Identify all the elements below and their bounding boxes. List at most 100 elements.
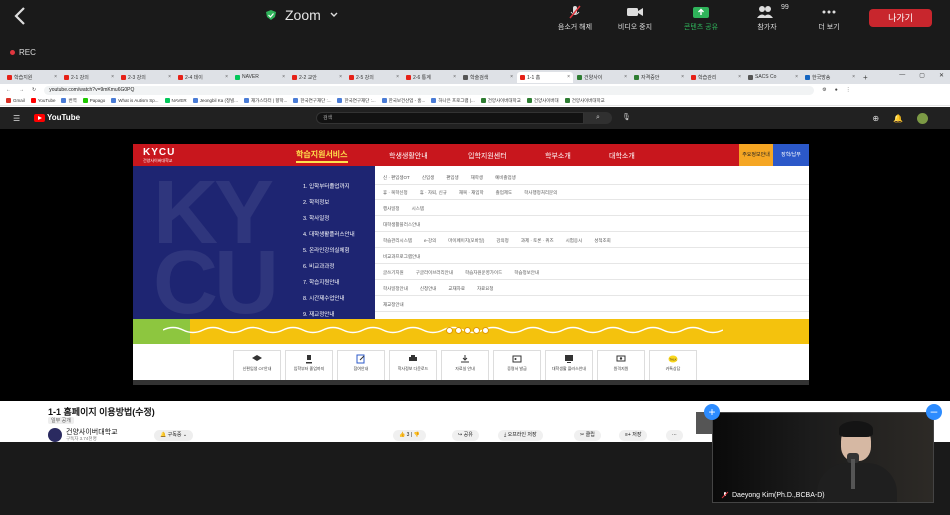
- clip-button[interactable]: ✂ 클립: [574, 430, 601, 441]
- tab-close-icon[interactable]: ×: [168, 74, 171, 80]
- banner-dot[interactable]: [464, 327, 471, 334]
- browser-tab[interactable]: 2-4 데이 ×: [175, 72, 231, 83]
- subscribe-button[interactable]: 🔔 구독중 ⌄: [154, 430, 194, 441]
- site-quick-info-button[interactable]: 주요정보안내: [739, 144, 773, 166]
- stop-video-button[interactable]: 비디오 중지: [600, 4, 670, 32]
- user-avatar[interactable]: [917, 113, 928, 124]
- tab-close-icon[interactable]: ×: [111, 74, 114, 80]
- submenu-link[interactable]: 휴 · 자퇴, 신규: [420, 190, 447, 196]
- thumbs-down-icon[interactable]: | 👎: [409, 432, 420, 438]
- tab-close-icon[interactable]: ×: [681, 74, 684, 80]
- site-nav-item[interactable]: 입학지원센터: [468, 151, 507, 161]
- extensions-icon[interactable]: ⚙: [822, 87, 826, 93]
- self-video-view[interactable]: Daeyong Kim(Ph.D.,BCBA-D): [712, 412, 934, 503]
- site-nav-item[interactable]: 대학소개: [609, 151, 635, 161]
- tab-close-icon[interactable]: ×: [567, 74, 570, 80]
- submenu-link[interactable]: 시스템: [412, 206, 424, 212]
- zoom-meeting-title[interactable]: Zoom: [265, 7, 339, 23]
- youtube-logo[interactable]: YouTube: [34, 113, 80, 122]
- bookmark-item[interactable]: 한국연구재단 :...: [337, 98, 376, 104]
- tab-close-icon[interactable]: ×: [795, 74, 798, 80]
- more-actions-button[interactable]: ⋯: [666, 430, 683, 441]
- submenu-link[interactable]: 학습관리시스템: [383, 238, 412, 244]
- nav-back-icon[interactable]: ←: [6, 87, 11, 93]
- browser-tab[interactable]: 학습지원 ×: [4, 72, 60, 83]
- submenu-link[interactable]: 편입생: [446, 175, 458, 181]
- voice-search-icon[interactable]: 🎙: [622, 113, 631, 121]
- bookmark-item[interactable]: 재가스타터 | 향학...: [243, 98, 287, 104]
- submenu-link[interactable]: 재교정안내: [383, 302, 404, 308]
- browser-tab[interactable]: 자격증안 ×: [631, 72, 687, 83]
- tab-close-icon[interactable]: ×: [282, 74, 285, 80]
- submenu-link[interactable]: 신 · 편입생OT: [383, 175, 410, 181]
- submenu-link[interactable]: 글쓰기지원: [383, 270, 404, 276]
- browser-tab[interactable]: 2-5 강의 ×: [346, 72, 402, 83]
- submenu-link[interactable]: 자료요청: [477, 286, 494, 292]
- back-arrow-icon[interactable]: [10, 5, 32, 27]
- submenu-link[interactable]: 행사일정: [383, 206, 400, 212]
- kycu-logo[interactable]: KYCU 건양사이버대학교: [143, 147, 175, 164]
- url-field[interactable]: youtube.com/watch?v=9mKmu6G0PQ: [44, 85, 815, 95]
- banner-dot[interactable]: [446, 327, 453, 334]
- browser-tab[interactable]: 2-1 강의 ×: [61, 72, 117, 83]
- submenu-item[interactable]: 1. 입학부터졸업까지: [303, 179, 350, 195]
- new-tab-icon[interactable]: +: [863, 73, 868, 82]
- bookmark-item[interactable]: What is Autism Sp...: [111, 98, 159, 103]
- share-screen-button[interactable]: 콘텐츠 공유: [666, 4, 736, 32]
- banner-dot[interactable]: [455, 327, 462, 334]
- create-video-icon[interactable]: ⊕: [872, 114, 879, 123]
- bookmark-item[interactable]: 번역: [61, 98, 77, 104]
- quick-link-archive[interactable]: 자료실 안내: [441, 350, 489, 381]
- submenu-link[interactable]: 마이페이지(모바일): [448, 238, 484, 244]
- bookmark-item[interactable]: 건양사이버대학교: [564, 98, 605, 104]
- browser-tab[interactable]: 한국방송 ×: [802, 72, 858, 83]
- submenu-link[interactable]: 학사행정처리문의: [524, 190, 557, 196]
- submenu-link[interactable]: 신청안내: [420, 286, 437, 292]
- browser-tab-active[interactable]: 1-1 홈 ×: [517, 71, 573, 83]
- bookmark-item[interactable]: Jeongbil Ka (정빌...: [192, 98, 238, 104]
- expand-video-button[interactable]: +: [704, 404, 720, 420]
- bookmark-item[interactable]: NAVER: [164, 98, 187, 103]
- bookmark-item[interactable]: Papago: [82, 98, 105, 103]
- bookmark-item[interactable]: Gmail: [6, 98, 25, 103]
- browser-tab[interactable]: 학술검색 ×: [460, 72, 516, 83]
- site-nav-item-active[interactable]: 학습지원서비스: [296, 149, 348, 163]
- submenu-link[interactable]: 졸업제도: [496, 190, 513, 196]
- save-button[interactable]: ≡+ 저장: [619, 430, 648, 441]
- notifications-bell-icon[interactable]: 🔔: [893, 114, 903, 123]
- quick-link-download[interactable]: 학사정보 다운로드: [389, 350, 437, 381]
- submenu-link[interactable]: 재학생: [471, 175, 483, 181]
- tab-close-icon[interactable]: ×: [225, 74, 228, 80]
- bookmark-item[interactable]: 건양사이버대: [526, 98, 559, 104]
- bookmark-item[interactable]: 한국연구재단 :...: [293, 98, 331, 104]
- tab-close-icon[interactable]: ×: [396, 74, 399, 80]
- quick-link-certificate[interactable]: 증명서 발급: [493, 350, 541, 381]
- bookmark-item[interactable]: 건양사이버대학교: [480, 98, 521, 104]
- submenu-link[interactable]: 강의정: [496, 238, 508, 244]
- tab-close-icon[interactable]: ×: [54, 74, 57, 80]
- search-button[interactable]: ⌕: [584, 112, 612, 124]
- quick-link-kakao-chat[interactable]: TALK 카톡상담: [649, 350, 697, 381]
- submenu-link[interactable]: 시험응시: [566, 238, 583, 244]
- site-scholarship-button[interactable]: 장학/납부: [773, 144, 809, 166]
- maximize-icon[interactable]: ▢: [919, 72, 925, 79]
- submenu-link[interactable]: 재복 · 재입학: [459, 190, 484, 196]
- submenu-item[interactable]: 4. 대학생활플러스안내: [303, 227, 355, 243]
- minimize-video-button[interactable]: –: [926, 404, 942, 420]
- site-nav-item[interactable]: 학생생활안내: [389, 151, 428, 161]
- hamburger-menu-icon[interactable]: ☰: [13, 114, 20, 123]
- video-player[interactable]: KYCU 건양사이버대학교 학습지원서비스 학생생활안내 입학지원센터 학부소개 …: [0, 129, 950, 401]
- nav-forward-icon[interactable]: →: [19, 87, 24, 93]
- browser-tab[interactable]: 2-2 교안 ×: [289, 72, 345, 83]
- submenu-link[interactable]: 대학생활플러스안내: [383, 222, 420, 228]
- submenu-link[interactable]: 비교과프로그램안내: [383, 254, 420, 260]
- submenu-link[interactable]: 학습정보안내: [514, 270, 539, 276]
- quick-link-ot[interactable]: 신편입생 OT안내: [233, 350, 281, 381]
- tab-close-icon[interactable]: ×: [339, 74, 342, 80]
- submenu-item[interactable]: 6. 비교과과정: [303, 259, 334, 275]
- submenu-link[interactable]: 교재자료: [448, 286, 465, 292]
- browser-tab[interactable]: 건양사이 ×: [574, 72, 630, 83]
- submenu-link[interactable]: 과제 · 토론 · 퀴즈: [521, 238, 554, 244]
- submenu-item[interactable]: 2. 학적정보: [303, 195, 329, 211]
- bookmark-item[interactable]: YouTube: [30, 98, 55, 103]
